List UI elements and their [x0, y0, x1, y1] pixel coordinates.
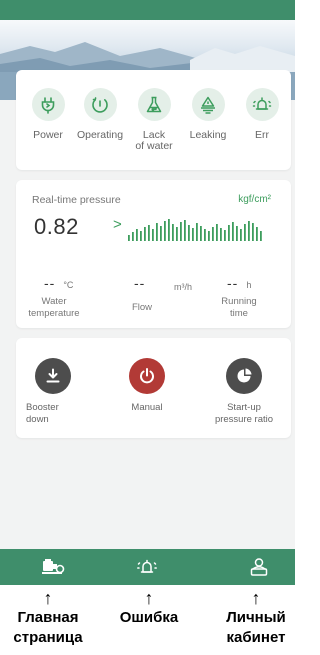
- status-bar: [0, 0, 295, 20]
- status-lack-of-water[interactable]: Lack of water: [128, 88, 180, 152]
- power-icon: [129, 358, 165, 394]
- status-card: Power Operating Lack of water Leaking Er…: [16, 70, 291, 170]
- waveform-bar: [232, 222, 234, 241]
- pressure-title: Real-time pressure: [32, 194, 121, 206]
- status-power-label: Power: [33, 129, 63, 141]
- waveform-bar: [156, 223, 158, 241]
- status-leaking[interactable]: Leaking: [182, 88, 234, 141]
- waveform-bar: [164, 221, 166, 241]
- manual-button[interactable]: Manual: [102, 358, 192, 414]
- waveform-bar: [228, 225, 230, 241]
- annotation-home: ↑ Главная страница: [3, 588, 93, 648]
- running-metric: -- h: [227, 275, 251, 291]
- waveform-bar: [132, 232, 134, 241]
- waveform-bar: [160, 226, 162, 241]
- running-label: Running time: [221, 296, 257, 319]
- bottom-nav: [0, 549, 295, 585]
- waveform-bar: [148, 225, 150, 241]
- startup-pressure-ratio-button[interactable]: Start-up pressure ratio: [199, 358, 289, 426]
- waveform-bar: [192, 228, 194, 241]
- flask-icon: [137, 88, 171, 121]
- temperature-value: --: [44, 275, 56, 291]
- annotation-error: ↑ Ошибка: [104, 588, 194, 628]
- nav-error[interactable]: [132, 555, 162, 579]
- annotation-home-text: Главная страница: [13, 609, 83, 646]
- pressure-waveform-icon: [128, 219, 262, 241]
- waveform-bar: [208, 231, 210, 241]
- alarm-bell-icon: [137, 559, 157, 573]
- waveform-bar: [172, 224, 174, 241]
- flow-value: --: [134, 275, 146, 291]
- waveform-bar: [200, 226, 202, 241]
- annotation-error-text: Ошибка: [119, 609, 179, 626]
- status-error-label: Err: [255, 129, 269, 141]
- waveform-bar: [236, 226, 238, 241]
- annotation-error-arrow: ↑: [144, 588, 154, 608]
- leaking-drop-icon: [191, 88, 225, 121]
- waveform-bar: [240, 229, 242, 241]
- waveform-bar: [216, 224, 218, 241]
- waveform-bar: [252, 223, 254, 241]
- annotation-profile: ↑ Личный кабинет: [211, 588, 301, 648]
- waveform-bar: [140, 231, 142, 241]
- waveform-bar: [196, 223, 198, 241]
- waveform-bar: [256, 227, 258, 241]
- pressure-card: Real-time pressure kgf/cm² 0.82 > -- °C W…: [16, 180, 291, 328]
- waveform-bar: [260, 231, 262, 241]
- alarm-bell-icon: [245, 88, 279, 121]
- waveform-bar: [220, 228, 222, 241]
- status-operating-label: Operating: [76, 129, 124, 141]
- flow-metric: --: [134, 275, 145, 291]
- annotation-profile-text: Личный кабинет: [226, 609, 286, 646]
- nav-profile[interactable]: [244, 555, 274, 579]
- waveform-bar: [144, 227, 146, 241]
- pressure-detail-chevron[interactable]: >: [113, 216, 122, 233]
- download-icon: [35, 358, 71, 394]
- pressure-unit: kgf/cm²: [238, 194, 271, 205]
- waveform-bar: [212, 227, 214, 241]
- pie-chart-icon: [226, 358, 262, 394]
- user-profile-icon: [250, 558, 268, 576]
- temperature-unit: °C: [63, 280, 74, 290]
- pump-icon: [42, 559, 65, 574]
- manual-label: Manual: [131, 402, 163, 413]
- waveform-bar: [204, 229, 206, 241]
- waveform-bar: [244, 224, 246, 241]
- flow-unit: m³/h: [174, 282, 192, 292]
- waveform-bar: [128, 235, 130, 241]
- status-error[interactable]: Err: [236, 88, 288, 141]
- startup-pressure-ratio-label: Start-up pressure ratio: [214, 402, 274, 425]
- controls-card: Booster down Manual Start-up pressure ra…: [16, 338, 291, 438]
- temperature-label: Water temperature: [28, 296, 80, 319]
- annotation-home-arrow: ↑: [43, 588, 53, 608]
- nav-home[interactable]: [38, 555, 68, 579]
- power-plug-icon: [31, 88, 65, 121]
- status-power[interactable]: Power: [22, 88, 74, 141]
- waveform-bar: [136, 229, 138, 241]
- waveform-bar: [224, 230, 226, 241]
- waveform-bar: [248, 221, 250, 241]
- waveform-bar: [176, 227, 178, 241]
- status-leaking-label: Leaking: [189, 129, 227, 141]
- operating-gauge-icon: [83, 88, 117, 121]
- status-lack-of-water-label: Lack of water: [135, 129, 173, 152]
- waveform-bar: [180, 222, 182, 241]
- booster-down-label: Booster down: [26, 402, 59, 425]
- waveform-bar: [152, 229, 154, 241]
- waveform-bar: [184, 220, 186, 241]
- annotation-profile-arrow: ↑: [251, 588, 261, 608]
- booster-down-button[interactable]: Booster down: [8, 358, 98, 426]
- status-operating[interactable]: Operating: [74, 88, 126, 141]
- app-screen: Power Operating Lack of water Leaking Er…: [0, 0, 295, 585]
- flow-label: Flow: [131, 302, 153, 313]
- waveform-bar: [188, 225, 190, 241]
- running-value: --: [227, 275, 239, 291]
- temperature-metric: -- °C: [44, 275, 73, 291]
- waveform-bar: [168, 219, 170, 241]
- running-unit: h: [246, 280, 252, 290]
- pressure-value: 0.82: [34, 214, 79, 239]
